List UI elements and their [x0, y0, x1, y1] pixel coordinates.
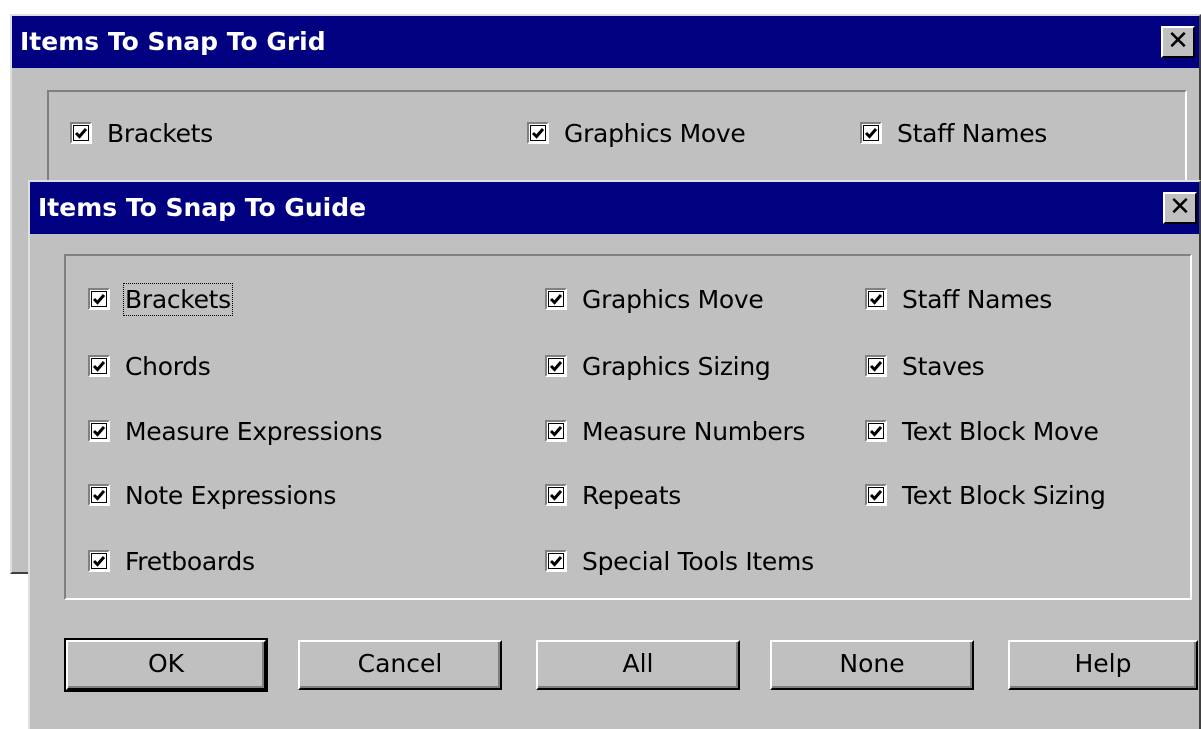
checkbox-checked-icon[interactable] — [545, 420, 567, 442]
checkbox-checked-icon[interactable] — [88, 288, 110, 310]
guide-option-measure-numbers[interactable]: Measure Numbers — [545, 414, 805, 448]
guide-option-label: Graphics Sizing — [582, 351, 771, 381]
guide-option-label: Text Block Sizing — [902, 480, 1106, 510]
guide-option-label: Chords — [125, 351, 211, 381]
checkbox-checked-icon[interactable] — [865, 288, 887, 310]
guide-option-label: Repeats — [582, 480, 681, 510]
guide-option-text-block-move[interactable]: Text Block Move — [865, 414, 1099, 448]
checkbox-checked-icon[interactable] — [88, 484, 110, 506]
guide-dialog-title: Items To Snap To Guide — [30, 182, 1199, 234]
checkbox-checked-icon[interactable] — [545, 355, 567, 377]
guide-option-label: Measure Expressions — [125, 416, 383, 446]
checkbox-checked-icon[interactable] — [545, 484, 567, 506]
guide-option-label: Graphics Move — [582, 284, 764, 314]
guide-option-text-block-sizing[interactable]: Text Block Sizing — [865, 478, 1106, 512]
grid-option-label: Graphics Move — [564, 118, 746, 148]
guide-option-label: Note Expressions — [125, 480, 337, 510]
grid-option-graphics-move[interactable]: Graphics Move — [527, 116, 746, 150]
guide-option-repeats[interactable]: Repeats — [545, 478, 681, 512]
guide-option-label: Special Tools Items — [582, 546, 814, 576]
grid-dialog-title: Items To Snap To Grid — [12, 16, 1199, 68]
guide-option-graphics-sizing[interactable]: Graphics Sizing — [545, 349, 771, 383]
all-button[interactable]: All — [536, 640, 740, 690]
cancel-button[interactable]: Cancel — [298, 640, 502, 690]
grid-option-brackets[interactable]: Brackets — [70, 116, 213, 150]
guide-option-chords[interactable]: Chords — [88, 349, 211, 383]
guide-option-label: Staves — [902, 351, 985, 381]
guide-option-graphics-move[interactable]: Graphics Move — [545, 282, 764, 316]
checkbox-checked-icon[interactable] — [545, 288, 567, 310]
help-button[interactable]: Help — [1008, 640, 1198, 690]
guide-option-special-tools-items[interactable]: Special Tools Items — [545, 544, 814, 578]
guide-option-label: Measure Numbers — [582, 416, 806, 446]
grid-option-label: Staff Names — [897, 118, 1048, 148]
guide-option-brackets[interactable]: Brackets — [88, 282, 233, 316]
guide-option-measure-expressions[interactable]: Measure Expressions — [88, 414, 383, 448]
guide-option-note-expressions[interactable]: Note Expressions — [88, 478, 336, 512]
guide-option-label: Fretboards — [125, 546, 255, 576]
checkbox-checked-icon[interactable] — [865, 484, 887, 506]
checkbox-checked-icon[interactable] — [527, 122, 549, 144]
checkbox-checked-icon[interactable] — [860, 122, 882, 144]
guide-option-label: Text Block Move — [902, 416, 1099, 446]
guide-close-icon[interactable]: ✕ — [1163, 192, 1197, 224]
grid-close-icon[interactable]: ✕ — [1161, 26, 1195, 58]
guide-option-label: Staff Names — [902, 284, 1053, 314]
guide-option-staff-names[interactable]: Staff Names — [865, 282, 1052, 316]
none-button[interactable]: None — [770, 640, 974, 690]
checkbox-checked-icon[interactable] — [865, 355, 887, 377]
checkbox-checked-icon[interactable] — [88, 355, 110, 377]
grid-option-staff-names[interactable]: Staff Names — [860, 116, 1047, 150]
guide-option-staves[interactable]: Staves — [865, 349, 985, 383]
checkbox-checked-icon[interactable] — [865, 420, 887, 442]
checkbox-checked-icon[interactable] — [545, 550, 567, 572]
guide-option-label: Brackets — [123, 282, 233, 316]
checkbox-checked-icon[interactable] — [88, 420, 110, 442]
checkbox-checked-icon[interactable] — [70, 122, 92, 144]
ok-button[interactable]: OK — [64, 638, 268, 692]
guide-option-fretboards[interactable]: Fretboards — [88, 544, 255, 578]
grid-option-label: Brackets — [107, 118, 213, 148]
checkbox-checked-icon[interactable] — [88, 550, 110, 572]
snap-to-guide-dialog: Items To Snap To Guide ✕ Brackets Graphi… — [28, 180, 1201, 729]
